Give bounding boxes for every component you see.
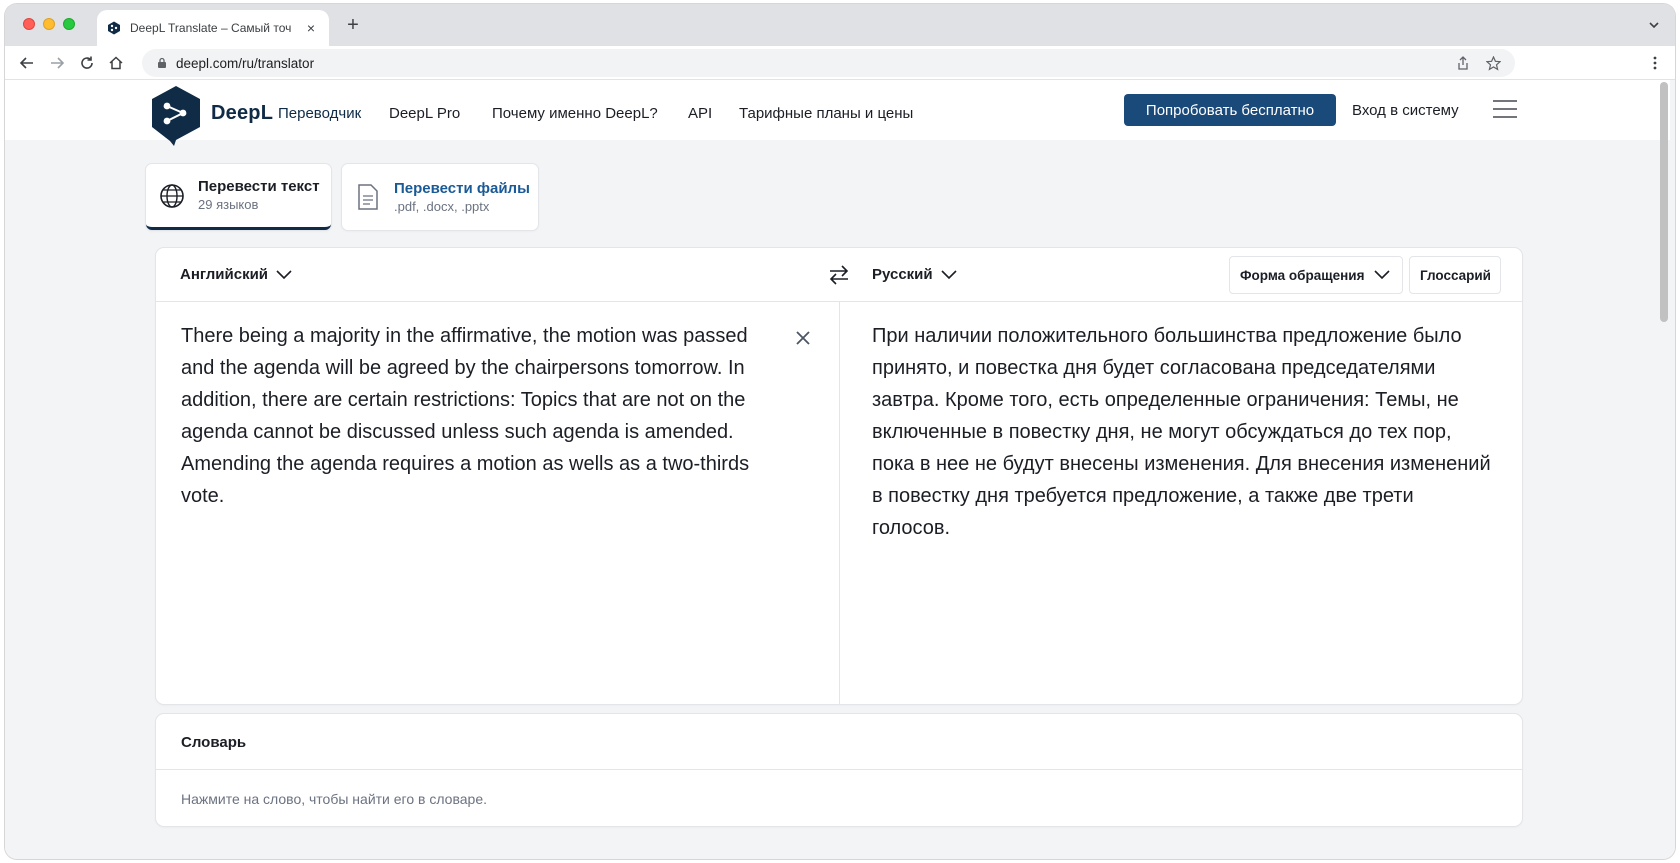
panel-divider [839,302,840,704]
tab-title: DeepL Translate – Самый точ [130,21,292,35]
dictionary-header: Словарь [156,714,1522,770]
globe-icon [158,182,186,210]
login-link[interactable]: Вход в систему [1352,102,1459,119]
share-icon[interactable] [1455,55,1471,71]
browser-toolbar: deepl.com/ru/translator [5,46,1675,80]
close-window-button[interactable] [23,18,35,30]
tab-search-chevron-icon[interactable] [1647,18,1661,32]
target-language-label: Русский [872,266,933,283]
chevron-down-icon [1374,270,1391,280]
dictionary-hint: Нажмите на слово, чтобы найти его в слов… [181,791,487,807]
deepl-logo-icon[interactable] [150,84,202,146]
glossary-button[interactable]: Глоссарий [1409,256,1501,294]
address-bar[interactable]: deepl.com/ru/translator [142,49,1515,77]
nav-deepl-pro[interactable]: DeepL Pro [389,105,460,122]
page-content: DeepL Переводчик DeepL Pro Почему именно… [5,80,1675,859]
tab-translate-files-subtitle: .pdf, .docx, .pptx [394,198,490,214]
nav-pricing[interactable]: Тарифные планы и цены [739,105,913,122]
lock-icon [158,57,166,68]
browser-menu-icon[interactable] [1647,55,1663,71]
translator-panel: Английский Русский Форма обращения Глосс… [156,248,1522,704]
glossary-label: Глоссарий [1420,267,1491,283]
document-icon [354,183,382,211]
tab-translate-text-subtitle: 29 языков [198,197,259,212]
hamburger-menu-icon[interactable] [1491,98,1519,120]
source-text-input[interactable]: There being a majority in the affirmativ… [181,320,771,512]
nav-why-deepl[interactable]: Почему именно DeepL? [492,105,658,122]
formality-dropdown[interactable]: Форма обращения [1229,256,1403,294]
tab-translate-text[interactable]: Перевести текст 29 языков [146,164,331,230]
logo-subtitle[interactable]: Переводчик [278,105,361,122]
minimize-window-button[interactable] [43,18,55,30]
bookmark-star-icon[interactable] [1485,55,1501,71]
browser-tab[interactable]: DeepL Translate – Самый точ × [97,10,329,46]
tab-translate-files-title: Перевести файлы [394,179,530,197]
tab-translate-text-title: Перевести текст [198,178,320,195]
dictionary-panel: Словарь Нажмите на слово, чтобы найти ег… [156,714,1522,826]
page-scrollbar[interactable] [1660,82,1668,322]
language-bar: Английский Русский Форма обращения Глосс… [156,248,1522,302]
forward-arrow-icon[interactable] [47,53,67,73]
deepl-favicon-icon [107,21,121,35]
new-tab-button[interactable]: + [343,15,363,36]
try-free-button[interactable]: Попробовать бесплатно [1124,94,1336,126]
logo-text[interactable]: DeepL [211,102,273,125]
clear-text-icon[interactable] [793,328,813,348]
tab-translate-files[interactable]: Перевести файлы .pdf, .docx, .pptx [342,164,538,230]
back-arrow-icon[interactable] [17,53,37,73]
tab-close-icon[interactable]: × [303,20,319,36]
tab-strip: DeepL Translate – Самый точ × + [5,4,1675,46]
site-header: DeepL Переводчик DeepL Pro Почему именно… [5,80,1670,322]
translation-output[interactable]: При наличии положительного большинства п… [872,320,1492,544]
url-text: deepl.com/ru/translator [176,55,315,71]
browser-window: DeepL Translate – Самый точ × + deepl.co… [5,4,1675,859]
maximize-window-button[interactable] [63,18,75,30]
swap-languages-icon[interactable] [827,264,851,286]
source-language-label: Английский [180,266,269,283]
nav-api[interactable]: API [688,105,712,122]
chevron-down-icon [276,269,292,279]
formality-label: Форма обращения [1240,267,1365,283]
target-language-select[interactable]: Русский [872,266,957,283]
home-icon[interactable] [106,53,126,73]
reload-icon[interactable] [77,53,97,73]
dictionary-title: Словарь [181,734,247,751]
chevron-down-icon [941,269,957,279]
source-language-select[interactable]: Английский [180,266,292,283]
